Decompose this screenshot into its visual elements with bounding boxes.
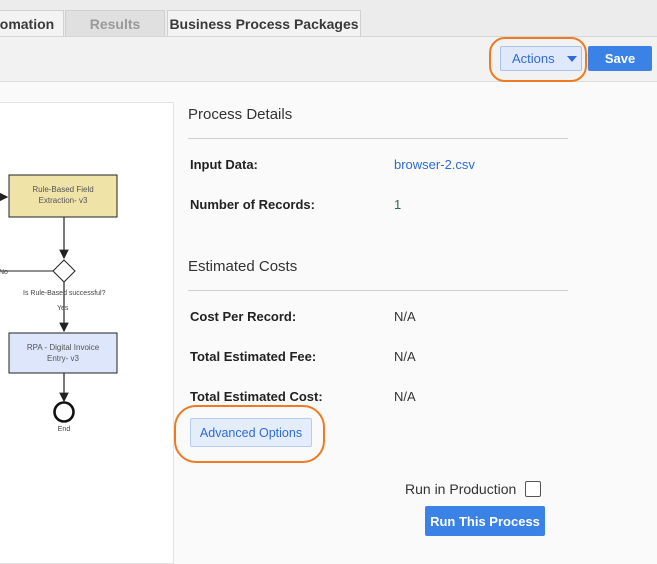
- decision-gateway[interactable]: [52, 259, 76, 283]
- end-event-label: End: [58, 426, 71, 433]
- total-cost-label: Total Estimated Cost:: [190, 389, 323, 404]
- cost-per-record-value: N/A: [394, 309, 416, 324]
- rpa-task-node[interactable]: [8, 332, 118, 374]
- tab-automation[interactable]: omation: [0, 10, 64, 36]
- records-label: Number of Records:: [190, 197, 315, 212]
- end-event-node[interactable]: [53, 401, 75, 423]
- total-cost-value: N/A: [394, 389, 416, 404]
- gateway-no-label: No: [0, 269, 8, 276]
- divider: [188, 138, 568, 139]
- process-details-title: Process Details: [188, 106, 293, 123]
- tab-business-process-packages[interactable]: Business Process Packages: [167, 10, 361, 36]
- input-data-link[interactable]: browser-2.csv: [394, 157, 475, 172]
- total-fee-label: Total Estimated Fee:: [190, 349, 317, 364]
- save-button[interactable]: Save: [588, 46, 652, 71]
- rpa-task-label-line1: RPA - Digital Invoice: [27, 343, 100, 352]
- rule-based-task-label-line1: Rule-Based Field: [32, 185, 93, 194]
- process-diagram-panel: Rule-Based Field Extraction- v3 No Is Ru…: [0, 102, 174, 564]
- tab-results[interactable]: Results: [65, 10, 165, 36]
- run-in-production-label: Run in Production: [405, 481, 517, 497]
- run-in-production-checkbox[interactable]: [525, 481, 541, 497]
- estimated-costs-title: Estimated Costs: [188, 258, 298, 275]
- input-data-label: Input Data:: [190, 157, 258, 172]
- total-fee-value: N/A: [394, 349, 416, 364]
- actions-label: Actions: [512, 51, 555, 66]
- chevron-down-icon: [566, 55, 577, 62]
- gateway-yes-label: Yes: [57, 305, 69, 312]
- rule-based-task-label-line2: Extraction- v3: [39, 196, 88, 205]
- process-flow-diagram: Rule-Based Field Extraction- v3 No Is Ru…: [0, 174, 118, 433]
- run-process-button[interactable]: Run This Process: [425, 506, 545, 536]
- tab-bar: omation Results Business Process Package…: [0, 0, 657, 37]
- advanced-options-button[interactable]: Advanced Options: [190, 418, 312, 447]
- actions-button[interactable]: Actions: [500, 46, 582, 71]
- records-value: 1: [394, 197, 402, 212]
- rpa-task-label-line2: Entry- v3: [47, 354, 80, 363]
- cost-per-record-label: Cost Per Record:: [190, 309, 297, 324]
- divider: [188, 290, 568, 291]
